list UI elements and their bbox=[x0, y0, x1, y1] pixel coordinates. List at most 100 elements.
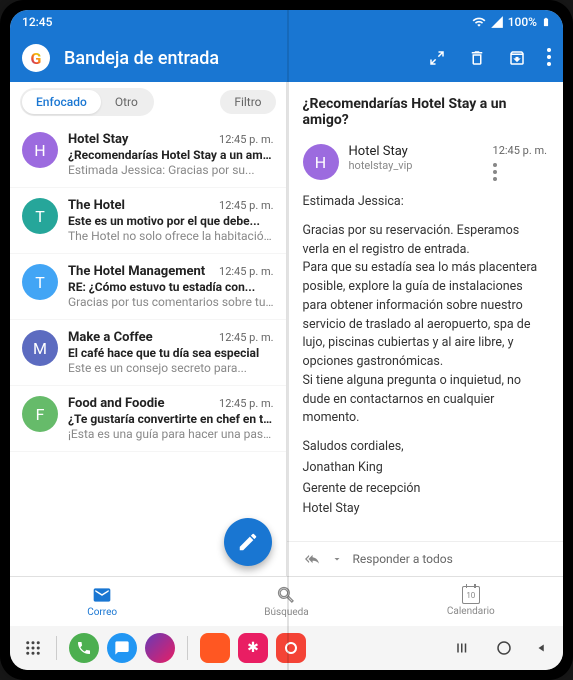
back-button[interactable] bbox=[535, 641, 549, 655]
preview: Este es un consejo secreto para... bbox=[68, 361, 274, 375]
header-title: Bandeja de entrada bbox=[64, 48, 427, 69]
status-time: 12:45 bbox=[22, 15, 52, 29]
subject: ¿Te gustaría convertirte en chef en tu..… bbox=[68, 412, 274, 426]
chevron-down-icon bbox=[331, 553, 343, 565]
nav-mail[interactable]: Correo bbox=[10, 577, 194, 626]
time: 12:45 p. m. bbox=[219, 265, 273, 278]
reply-bar[interactable]: Responder a todos bbox=[287, 541, 564, 576]
calendar-icon: 10 bbox=[462, 586, 480, 604]
nav-mail-label: Correo bbox=[87, 607, 117, 618]
nav-search[interactable]: Búsqueda bbox=[194, 577, 378, 626]
battery-icon bbox=[541, 15, 551, 29]
preview: ¡Esta es una guía para hacer una pasta..… bbox=[68, 427, 274, 441]
detail-avatar: H bbox=[303, 144, 339, 180]
dock-app-1[interactable] bbox=[200, 633, 230, 663]
detail-body[interactable]: Estimada Jessica: Gracias por su reserva… bbox=[287, 189, 564, 541]
time: 12:45 p. m. bbox=[219, 331, 273, 344]
email-item[interactable]: TThe Hotel Management12:45 p. m.RE: ¿Cóm… bbox=[10, 254, 286, 320]
reply-label: Responder a todos bbox=[353, 552, 453, 566]
detail-sender-info: Hotel Stay hotelstay_vip bbox=[349, 144, 483, 172]
compose-button[interactable] bbox=[224, 518, 272, 566]
calendar-day: 10 bbox=[466, 591, 475, 600]
sys-buttons bbox=[455, 639, 549, 657]
email-content: Make a Coffee 12:45 p. m. El café hace que… bbox=[68, 330, 274, 375]
email-list-pane: Enfocado Otro Filtro HHotel Stay12:45 p.… bbox=[10, 82, 287, 576]
email-list[interactable]: HHotel Stay12:45 p. m.¿Recomendarías Hot… bbox=[10, 122, 286, 576]
delete-icon[interactable] bbox=[467, 48, 487, 68]
greeting: Estimada Jessica: bbox=[303, 193, 548, 212]
home-button[interactable] bbox=[495, 639, 513, 657]
detail-header: H Hotel Stay hotelstay_vip 12:45 p. m. bbox=[287, 136, 564, 189]
email-item[interactable]: F Food and Foodie12:45 p. m.¿Te gustaría … bbox=[10, 386, 286, 452]
battery-text: 100% bbox=[508, 15, 537, 29]
detail-sender-name: Hotel Stay bbox=[349, 144, 483, 159]
email-content: Food and Foodie12:45 p. m.¿Te gustaría c… bbox=[68, 396, 274, 441]
sender: Hotel Stay bbox=[68, 132, 128, 147]
reply-all-icon bbox=[303, 552, 321, 566]
email-item[interactable]: M Make a Coffee 12:45 p. m. El café hace qu… bbox=[10, 320, 286, 386]
detail-time: 12:45 p. m. bbox=[493, 144, 547, 157]
email-content: Hotel Stay12:45 p. m.¿Recomendarías Hote… bbox=[68, 132, 274, 177]
dock-browser[interactable] bbox=[145, 633, 175, 663]
header-actions bbox=[427, 48, 551, 68]
tab-group: Enfocado Otro bbox=[20, 88, 154, 116]
avatar: M bbox=[22, 330, 58, 366]
email-detail-pane: ¿Recomendarías Hotel Stay a un amigo? H … bbox=[287, 82, 564, 576]
email-content: The Hotel 12:45 p. m. Este es un motivo po… bbox=[68, 198, 274, 243]
status-indicators: 100% bbox=[472, 15, 551, 29]
sender: The Hotel Management bbox=[68, 264, 205, 279]
app-dock: ✱ bbox=[52, 633, 445, 663]
google-icon[interactable]: G bbox=[22, 44, 50, 72]
detail-sender-email: hotelstay_vip bbox=[349, 159, 483, 172]
dock-app-2[interactable]: ✱ bbox=[238, 633, 268, 663]
sign-line: Saludos cordiales, bbox=[303, 438, 548, 457]
sender: Make a Coffee bbox=[68, 330, 153, 345]
nav-calendar[interactable]: 10 Calendario bbox=[379, 577, 563, 626]
app-drawer-icon[interactable] bbox=[24, 639, 42, 657]
wifi-icon bbox=[472, 15, 486, 29]
nav-search-label: Búsqueda bbox=[264, 607, 308, 618]
detail-more-icon[interactable] bbox=[493, 163, 547, 181]
system-nav: ✱ bbox=[10, 626, 563, 670]
subject: Este es un motivo por el que debe... bbox=[68, 214, 274, 228]
signal-icon bbox=[490, 15, 504, 29]
expand-icon[interactable] bbox=[427, 48, 447, 68]
sign-line: Hotel Stay bbox=[303, 500, 548, 519]
bottom-nav: Correo Búsqueda 10 Calendario bbox=[10, 576, 563, 626]
archive-icon[interactable] bbox=[507, 48, 527, 68]
more-icon[interactable] bbox=[547, 48, 551, 68]
time: 12:45 p. m. bbox=[219, 199, 273, 212]
body-text: Gracias por su reservación. Esperamos ve… bbox=[303, 222, 548, 428]
screen: 12:45 100% G Bandeja de entrada Enfocado… bbox=[10, 10, 563, 670]
tab-other[interactable]: Otro bbox=[101, 90, 152, 114]
avatar: T bbox=[22, 198, 58, 234]
detail-subject: ¿Recomendarías Hotel Stay a un amigo? bbox=[287, 82, 564, 136]
status-bar: 12:45 100% bbox=[10, 10, 563, 34]
preview: The Hotel no solo ofrece la habitación..… bbox=[68, 229, 274, 243]
device-frame: 12:45 100% G Bandeja de entrada Enfocado… bbox=[0, 0, 573, 680]
dock-app-3[interactable] bbox=[276, 633, 306, 663]
tab-bar: Enfocado Otro Filtro bbox=[10, 82, 286, 122]
email-item[interactable]: HHotel Stay12:45 p. m.¿Recomendarías Hot… bbox=[10, 122, 286, 188]
divider bbox=[56, 636, 57, 660]
app-header: G Bandeja de entrada bbox=[10, 34, 563, 82]
recents-button[interactable] bbox=[455, 639, 473, 657]
dock-phone[interactable] bbox=[69, 633, 99, 663]
subject: El café hace que tu día sea especial bbox=[68, 346, 274, 360]
email-item[interactable]: T The Hotel 12:45 p. m. Este es un motivo p… bbox=[10, 188, 286, 254]
avatar: T bbox=[22, 264, 58, 300]
avatar: F bbox=[22, 396, 58, 432]
tab-focused[interactable]: Enfocado bbox=[22, 90, 101, 114]
preview: Gracias por tus comentarios sobre tu... bbox=[68, 295, 274, 309]
preview: Estimada Jessica: Gracias por su... bbox=[68, 163, 274, 177]
time: 12:45 p. m. bbox=[219, 133, 273, 146]
time: 12:45 p. m. bbox=[219, 397, 273, 410]
content-area: Enfocado Otro Filtro H Hotel Stay 12:45 p.… bbox=[10, 82, 563, 576]
sign-line: Jonathan King bbox=[303, 459, 548, 478]
sender: The Hotel bbox=[68, 198, 125, 213]
divider bbox=[187, 636, 188, 660]
email-content: The Hotel Management12:45 p. m.RE: ¿Cómo… bbox=[68, 264, 274, 309]
filter-button[interactable]: Filtro bbox=[220, 90, 275, 114]
search-icon bbox=[276, 585, 296, 605]
dock-messages[interactable] bbox=[107, 633, 137, 663]
